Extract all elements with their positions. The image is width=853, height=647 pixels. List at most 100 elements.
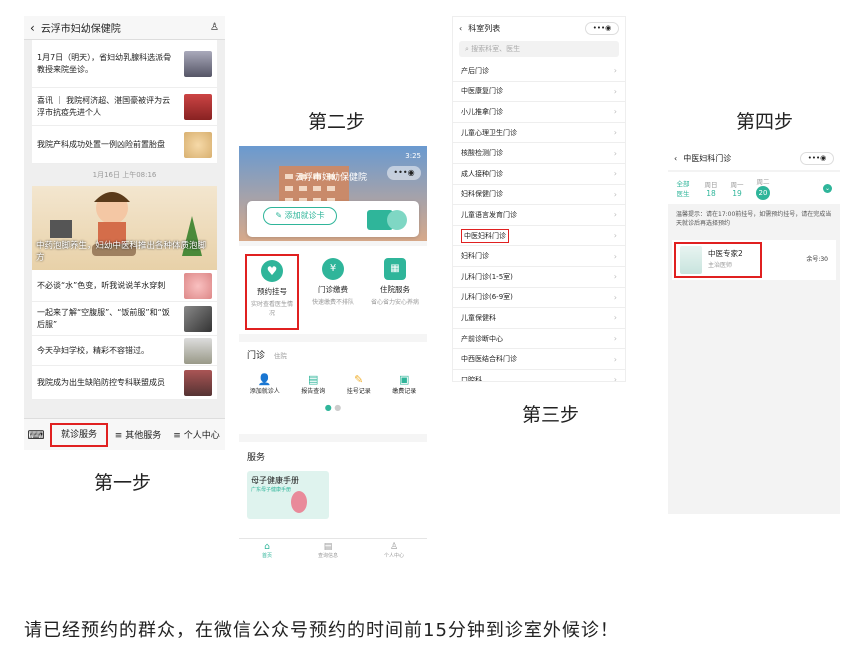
tab-outpatient[interactable]: 门诊 <box>247 351 265 361</box>
tab-bar: 门诊 住院 <box>239 342 427 367</box>
news-item[interactable]: 喜讯 ｜ 我院柯济超、湛国豪被评为云浮市抗疫先进个人 <box>32 88 217 126</box>
home-icon: ⌂ <box>264 542 270 552</box>
quick-payment-record[interactable]: ▣ 缴费记录 <box>392 373 416 395</box>
service-appointment[interactable]: ♥ 预约挂号 实时查看医生情况 <box>245 254 299 330</box>
dept-item[interactable]: 小儿推拿门诊 › <box>453 102 625 123</box>
expand-dates-icon[interactable]: ⌄ <box>776 183 840 193</box>
dept-item[interactable]: 核酸检测门诊 › <box>453 143 625 164</box>
news-item[interactable]: 一起来了解“空腹服”、“饭前服”和“饭后服” <box>32 302 217 336</box>
back-icon[interactable]: ‹ <box>674 154 677 163</box>
chevron-right-icon: › <box>613 292 617 302</box>
nav-home[interactable]: ⌂ 首页 <box>262 542 272 559</box>
menu-personal-center[interactable]: ≡ 个人中心 <box>168 428 225 441</box>
dept-label: 口腔科 <box>461 375 482 382</box>
dept-search-input[interactable]: ⌕ 搜索科室、医生 <box>459 41 619 57</box>
quick-registration-record[interactable]: ✎ 挂号记录 <box>347 373 371 395</box>
news-thumb <box>184 131 212 158</box>
dept-item[interactable]: 产后门诊 › <box>453 61 625 82</box>
receipt-icon: ▣ <box>399 373 410 386</box>
add-card-panel: ✎ 添加就诊卡 <box>247 201 419 237</box>
heart-plus-icon: ♥ <box>261 260 283 282</box>
doctor-avatar <box>680 246 702 274</box>
doctor-name: 中医专家2 <box>708 249 743 258</box>
chevron-right-icon: › <box>613 128 617 138</box>
dept-label: 中医康复门诊 <box>461 87 503 96</box>
chevron-right-icon: › <box>613 354 617 364</box>
quick-actions: 👤 添加就诊人 ▤ 报告查询 ✎ 挂号记录 ▣ 缴费记录 <box>239 373 427 395</box>
news-thumb <box>184 337 212 364</box>
menu-consult-service[interactable]: 就诊服务 <box>50 422 108 447</box>
profile-icon[interactable]: ♙ <box>210 22 219 33</box>
news-thumb <box>184 305 212 332</box>
banner-article[interactable]: 中药泡脚养生，妇幼中医科推出各种体质泡脚方 <box>32 186 217 270</box>
dept-label: 小儿推拿门诊 <box>461 107 503 116</box>
service-title: 服务 <box>247 453 266 463</box>
news-item[interactable]: 我院成为出生缺陷防控专科联盟成员 <box>32 366 217 400</box>
query-icon: ▤ <box>323 542 333 552</box>
tab-inpatient[interactable]: 住院 <box>274 352 287 360</box>
chevron-right-icon: › <box>613 231 617 241</box>
notice-text: 温馨提示：请在17:00前挂号，如需预约挂号，请在完成当天就诊后再选择预约 <box>676 211 832 227</box>
nav-personal[interactable]: ♙ 个人中心 <box>384 542 404 559</box>
dept-label: 妇科保健门诊 <box>461 190 503 199</box>
page-dots: ● ● <box>324 403 342 412</box>
back-icon[interactable]: ‹ <box>459 24 462 33</box>
step1-label: 第一步 <box>94 472 152 494</box>
step3-label: 第三步 <box>522 404 580 426</box>
chevron-right-icon: › <box>613 375 617 382</box>
account-title: 云浮市妇幼保健院 <box>40 24 121 35</box>
status-time: 3:25 <box>405 152 421 160</box>
news-item[interactable]: 我院产科成功处置一例凶险前置胎盘 <box>32 126 217 164</box>
doctor-card[interactable]: 中医专家2 主治医师 余号:30 <box>672 240 836 280</box>
capsule-menu[interactable]: •••◉ <box>387 166 421 180</box>
dept-item[interactable]: 成人接种门诊 › <box>453 164 625 185</box>
wechat-header: ‹ 云浮市妇幼保健院 ♙ <box>24 16 225 40</box>
dept-label: 儿童保健科 <box>461 313 496 322</box>
date-sun[interactable]: 周日 18 <box>698 179 724 198</box>
dept-item[interactable]: 中医康复门诊 › <box>453 82 625 103</box>
keyboard-icon[interactable]: ⌨ <box>24 428 48 442</box>
service-payment[interactable]: ¥ 门诊缴费 快速缴费不排队 <box>302 246 364 334</box>
chevron-right-icon: › <box>613 251 617 261</box>
add-card-button[interactable]: ✎ 添加就诊卡 <box>263 207 337 225</box>
date-tue[interactable]: 周二 20 <box>750 176 776 200</box>
menu-other-service[interactable]: ≡ 其他服务 <box>108 428 168 441</box>
dept-item[interactable]: 儿科门诊(1-5室) › <box>453 267 625 288</box>
capsule-menu[interactable]: •••◉ <box>585 21 619 35</box>
news-item[interactable]: 1月7日（明天），省妇幼乳腺科选派骨 教授来院坐诊。 <box>32 40 217 88</box>
dept-item[interactable]: 口腔科 › <box>453 370 625 382</box>
service-inpatient[interactable]: ▦ 住院服务 省心省力安心养病 <box>364 246 426 334</box>
dept-item[interactable]: 儿童语言发育门诊 › <box>453 205 625 226</box>
timestamp: 1月16日 上午08:16 <box>92 171 157 179</box>
dept-item[interactable]: 产前诊断中心 › <box>453 329 625 350</box>
remaining-slots: 余号:30 <box>806 256 828 263</box>
quick-report[interactable]: ▤ 报告查询 <box>301 373 325 395</box>
dept-list: 产后门诊 › 中医康复门诊 › 小儿推拿门诊 › 儿童心理卫生门诊 › 核酸检测门诊 › 成人接种门… <box>453 61 625 382</box>
dept-item[interactable]: 儿童心理卫生门诊 › <box>453 123 625 144</box>
dept-item[interactable]: 妇科门诊 › <box>453 246 625 267</box>
dept-item[interactable]: 中西医结合科门诊 › <box>453 349 625 370</box>
pen-icon: ✎ <box>354 373 364 386</box>
dept-item[interactable]: 儿科门诊(6-9室) › <box>453 288 625 309</box>
handbook-card[interactable]: 母子健康手册 广东母子健康手册 <box>247 471 329 519</box>
bottom-menu: ⌨ 就诊服务 ≡ 其他服务 ≡ 个人中心 <box>24 418 225 450</box>
filter-all[interactable]: 全部 医生 <box>668 178 698 198</box>
date-selector: 全部 医生 周日 18 周一 19 周二 20 ⌄ <box>668 172 840 204</box>
dept-item[interactable]: 儿童保健科 › <box>453 308 625 329</box>
dept-label: 儿童心理卫生门诊 <box>461 128 517 137</box>
outpatient-section: 门诊 住院 👤 添加就诊人 ▤ 报告查询 ✎ 挂号记录 ▣ 缴费记录 ● ● <box>239 342 427 434</box>
date-mon[interactable]: 周一 19 <box>724 179 750 198</box>
card-mascot-icon <box>367 210 407 230</box>
dept-item[interactable]: 妇科保健门诊 › <box>453 185 625 206</box>
nav-query[interactable]: ▤ 查询信息 <box>318 542 338 559</box>
chevron-right-icon: › <box>613 189 617 199</box>
dept-item[interactable]: 中医妇科门诊 › <box>453 226 625 247</box>
news-item[interactable]: 今天孕妇学校，精彩不容错过。 <box>32 336 217 366</box>
back-icon[interactable]: ‹ <box>30 21 35 35</box>
yuan-icon: ¥ <box>322 258 344 280</box>
capsule-menu[interactable]: •••◉ <box>800 151 834 165</box>
news-item[interactable]: 不必谈“水”色变，听我说说羊水穿刺 <box>32 270 217 302</box>
quick-add-patient[interactable]: 👤 添加就诊人 <box>250 373 280 395</box>
dept-label: 儿科门诊(1-5室) <box>461 272 513 281</box>
step2-label: 第二步 <box>308 111 366 133</box>
